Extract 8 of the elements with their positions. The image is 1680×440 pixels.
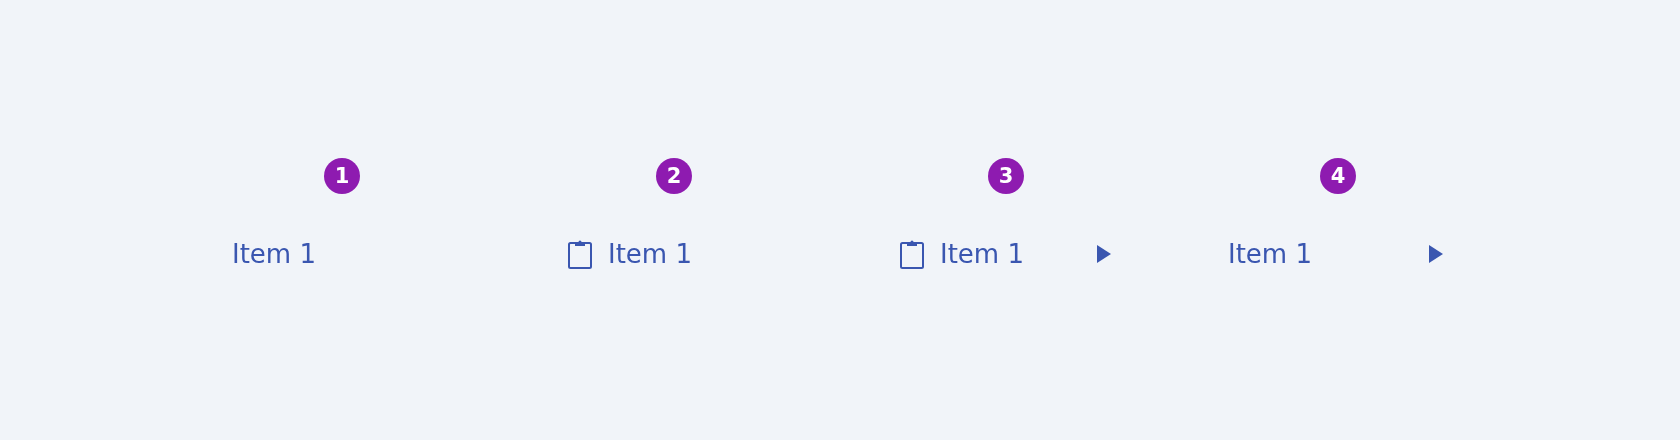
number-badge: 1 xyxy=(324,158,360,194)
number-badge: 4 xyxy=(1320,158,1356,194)
menu-item[interactable]: Item 1 xyxy=(564,234,784,274)
menu-item[interactable]: Item 1 xyxy=(1228,234,1448,274)
menu-item[interactable]: Item 1 xyxy=(896,234,1116,274)
menu-item[interactable]: Item 1 xyxy=(232,234,452,274)
number-badge: 2 xyxy=(656,158,692,194)
number-badge: 3 xyxy=(988,158,1024,194)
